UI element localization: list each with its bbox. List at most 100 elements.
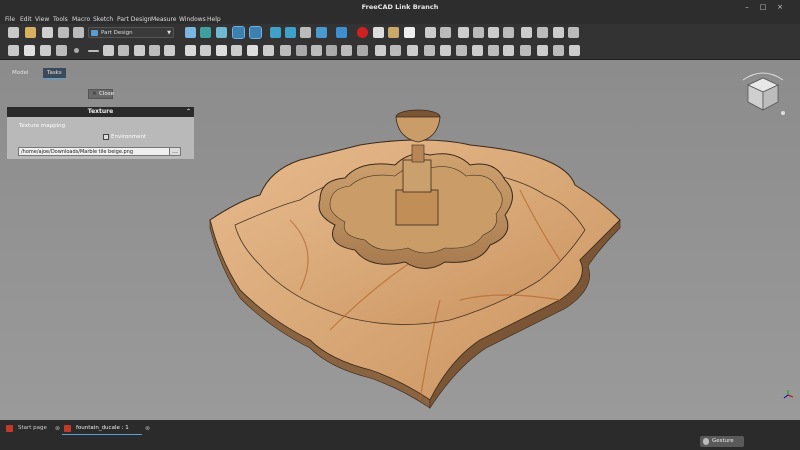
close-task-button[interactable]: ✕ Close [88,89,114,99]
attach-icon[interactable] [40,45,51,56]
view-rotate-icon[interactable] [300,27,311,38]
pipe-icon[interactable] [231,45,242,56]
tab-start-page[interactable]: Start page ⊗ [4,422,60,435]
pad-icon[interactable] [185,45,196,56]
view-iso-icon[interactable] [316,27,327,38]
thickness-icon[interactable] [488,45,499,56]
new-document-icon[interactable] [8,27,19,38]
navigation-style-label: Gesture [712,438,734,444]
selection-filter-icon[interactable] [232,26,245,39]
mouse-icon [703,438,709,445]
tool-icon-1[interactable] [425,27,436,38]
save-icon[interactable] [42,27,53,38]
macro-editor-icon[interactable] [388,27,399,38]
collapse-icon[interactable]: ⌃ [186,107,191,117]
workbench-selector[interactable]: Part Design ▼ [88,27,174,38]
redo-icon[interactable] [73,27,84,38]
measure-icon[interactable] [336,27,347,38]
sketch-icon[interactable] [24,45,35,56]
tool-icon-8[interactable] [537,27,548,38]
lcs-icon[interactable] [118,45,129,56]
navigation-cube[interactable] [738,68,788,118]
workbench-label: Part Design [101,30,133,36]
navigation-style-button[interactable]: Gesture [700,436,744,447]
menu-edit[interactable]: Edit [20,16,32,23]
chevron-down-icon: ▼ [167,30,171,36]
draw-style-icon[interactable] [216,27,227,38]
point-icon[interactable] [74,48,79,53]
part-design-toolbar [0,42,800,60]
clone-icon[interactable] [56,45,67,56]
fit-selection-icon[interactable] [200,27,211,38]
texture-mapping-label: Texture mapping [19,123,66,129]
minimize-button[interactable]: – [742,2,752,12]
subtractive-icon[interactable] [164,45,175,56]
multi-transform-icon[interactable] [424,45,435,56]
tool-icon-2[interactable] [440,27,451,38]
tool-icon-5[interactable] [488,27,499,38]
split-icon[interactable] [537,45,548,56]
body-icon[interactable] [8,45,19,56]
close-window-button[interactable]: × [775,2,785,12]
menu-sketch[interactable]: Sketch [93,16,113,23]
open-icon[interactable] [25,27,36,38]
tool-icon-7[interactable] [521,27,532,38]
tab-label: fountain_ducale : 1 [76,425,129,431]
boolean-icon[interactable] [503,45,514,56]
sub-helix-icon[interactable] [357,45,368,56]
tool-icon-9[interactable] [553,27,564,38]
fit-all-icon[interactable] [185,27,196,38]
helix-icon[interactable] [247,45,258,56]
menu-help[interactable]: Help [207,16,221,23]
tool-icon-6[interactable] [503,27,514,38]
close-tab-icon[interactable]: ⊗ [145,422,150,435]
mirror-icon[interactable] [375,45,386,56]
linear-pattern-icon[interactable] [390,45,401,56]
wrap-icon[interactable] [520,45,531,56]
menu-view[interactable]: View [35,16,49,23]
back-arrow-icon[interactable] [270,27,281,38]
maximize-button[interactable]: □ [758,2,768,12]
line-icon[interactable] [88,50,99,52]
execute-macro-icon[interactable] [404,27,415,38]
sub-pipe-icon[interactable] [341,45,352,56]
menu-part-design[interactable]: Part Design [117,16,151,23]
draft-icon[interactable] [472,45,483,56]
sub-loft-icon[interactable] [326,45,337,56]
fillet-icon[interactable] [440,45,451,56]
forward-arrow-icon[interactable] [285,27,296,38]
tool-icon-4[interactable] [473,27,484,38]
record-macro-icon[interactable] [357,27,368,38]
groove-icon[interactable] [311,45,322,56]
pocket-icon[interactable] [280,45,291,56]
menu-macro[interactable]: Macro [72,16,90,23]
additive-icon[interactable] [263,45,274,56]
tab-fountain-ducale[interactable]: fountain_ducale : 1 ⊗ [62,422,150,435]
shape-binder-icon[interactable] [134,45,145,56]
chamfer-icon[interactable] [456,45,467,56]
extrude-icon[interactable] [569,45,580,56]
plane-icon[interactable] [103,45,114,56]
revolution-icon[interactable] [200,45,211,56]
menu-measure[interactable]: Measure [151,16,177,23]
loft-icon[interactable] [216,45,227,56]
hole-icon[interactable] [296,45,307,56]
texture-path-input[interactable]: /home/ajoe/Downloads/Marble tile beige.p… [18,147,173,156]
section-icon[interactable] [553,45,564,56]
environment-checkbox[interactable] [103,134,109,140]
panel-header[interactable]: Texture ⌃ [7,107,194,117]
menu-file[interactable]: File [5,16,15,23]
stop-macro-icon[interactable] [373,27,384,38]
polar-pattern-icon[interactable] [407,45,418,56]
tab-model[interactable]: Model [8,68,33,79]
sub-binder-icon[interactable] [149,45,160,56]
undo-icon[interactable] [58,27,69,38]
stereo-icon[interactable] [249,26,262,39]
menu-tools[interactable]: Tools [53,16,68,23]
tool-icon-3[interactable] [458,27,469,38]
browse-button[interactable]: ... [169,147,181,156]
menu-windows[interactable]: Windows [179,16,206,23]
close-tab-icon[interactable]: ⊗ [55,422,60,435]
tab-tasks[interactable]: Tasks [43,68,66,79]
tool-icon-10[interactable] [568,27,579,38]
